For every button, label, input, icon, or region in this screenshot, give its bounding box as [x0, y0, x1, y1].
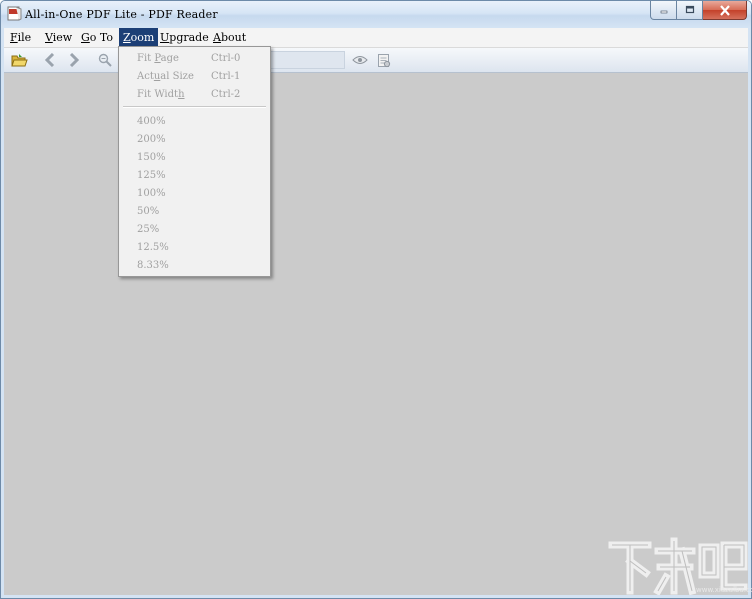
back-arrow-icon: [44, 53, 55, 67]
menu-go-to[interactable]: Go To: [77, 28, 117, 47]
menu-item-zoom-50[interactable]: 50%: [137, 205, 159, 219]
zoom-dropdown-menu: Fit Page Ctrl-0 Actual Size Ctrl-1 Fit Wid…: [118, 46, 271, 277]
properties-button[interactable]: [375, 51, 393, 69]
menu-item-zoom-8-33[interactable]: 8.33%: [137, 259, 169, 273]
menu-item-fit-width[interactable]: Fit Width Ctrl-2: [137, 88, 240, 102]
properties-icon: [378, 53, 391, 67]
caption-buttons: [650, 1, 747, 20]
close-icon: [719, 4, 730, 16]
menu-separator: [123, 106, 266, 108]
menu-bar: File View Go To Zoom Upgrade About: [4, 28, 748, 48]
pdf-app-icon: [7, 6, 22, 21]
close-button[interactable]: [703, 1, 747, 20]
open-folder-icon: [10, 53, 28, 66]
menu-item-zoom-400[interactable]: 400%: [137, 115, 166, 129]
page-number-field[interactable]: [267, 51, 345, 69]
minimize-button[interactable]: [650, 1, 677, 20]
menu-item-actual-size[interactable]: Actual Size Ctrl-1: [137, 70, 240, 84]
menu-item-fit-page[interactable]: Fit Page Ctrl-0: [137, 52, 240, 66]
menu-view[interactable]: View: [41, 28, 76, 47]
view-icon: [352, 56, 368, 64]
watermark-url: www.xiazaiba.com: [696, 586, 752, 594]
menu-upgrade[interactable]: Upgrade: [156, 28, 213, 47]
maximize-button[interactable]: [677, 1, 703, 20]
menu-item-zoom-100[interactable]: 100%: [137, 187, 166, 201]
forward-button[interactable]: [65, 51, 83, 69]
view-button[interactable]: [351, 51, 369, 69]
open-button[interactable]: [10, 51, 28, 69]
menu-item-zoom-125[interactable]: 125%: [137, 169, 166, 183]
back-button[interactable]: [41, 51, 59, 69]
title-bar[interactable]: All-in-One PDF Lite - PDF Reader: [1, 1, 751, 28]
minimize-icon: [660, 10, 667, 14]
menu-file[interactable]: File: [6, 28, 35, 47]
shortcut-label: Ctrl-0: [211, 53, 241, 64]
shortcut-label: Ctrl-1: [211, 71, 241, 82]
shortcut-label: Ctrl-2: [211, 89, 241, 100]
menu-item-zoom-12-5[interactable]: 12.5%: [137, 241, 169, 255]
document-area[interactable]: [4, 73, 748, 595]
menu-item-zoom-25[interactable]: 25%: [137, 223, 159, 237]
maximize-icon: [685, 5, 694, 14]
forward-arrow-icon: [69, 53, 80, 67]
menu-about[interactable]: About: [209, 28, 250, 47]
zoom-out-button[interactable]: [96, 51, 114, 69]
app-window: All-in-One PDF Lite - PDF Reader File Vi…: [0, 0, 752, 599]
menu-item-zoom-200[interactable]: 200%: [137, 133, 166, 147]
window-title: All-in-One PDF Lite - PDF Reader: [25, 8, 218, 21]
menu-item-zoom-150[interactable]: 150%: [137, 151, 166, 165]
zoom-out-icon: [98, 53, 112, 67]
menu-zoom[interactable]: Zoom: [119, 28, 159, 47]
toolbar: [4, 48, 748, 73]
